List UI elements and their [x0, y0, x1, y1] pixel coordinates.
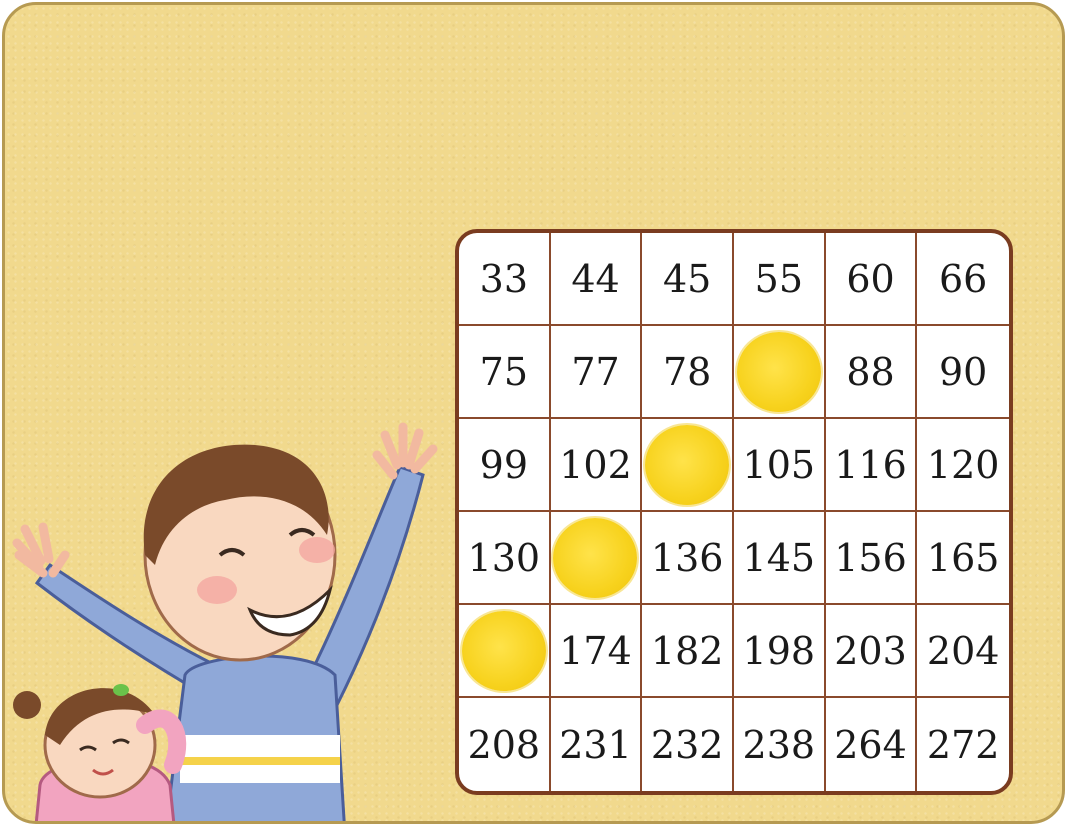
cell-number: 116 — [834, 442, 907, 487]
cell-number: 238 — [742, 722, 816, 767]
number-cell[interactable]: 33 — [459, 233, 551, 326]
cell-number: 145 — [742, 535, 816, 580]
yellow-marker-chip — [553, 517, 638, 598]
number-cell[interactable]: 120 — [917, 419, 1009, 512]
number-cell[interactable]: 145 — [733, 512, 826, 605]
number-cell[interactable]: 102 — [550, 419, 643, 512]
number-cell[interactable]: 130 — [459, 512, 551, 605]
number-cell[interactable]: 75 — [459, 326, 551, 419]
cell-number: 75 — [479, 349, 528, 394]
cell-number: 232 — [650, 722, 724, 767]
number-cell[interactable]: 165 — [917, 512, 1009, 605]
marked-cell[interactable] — [550, 512, 643, 605]
cell-number: 77 — [571, 349, 620, 394]
card-frame: 33 44 45 55 60 66 75 77 78 88 90 99 102 105 116 120 130 1… — [2, 2, 1065, 824]
yellow-marker-chip — [645, 424, 730, 505]
yellow-marker-chip — [736, 331, 821, 412]
number-cell[interactable]: 264 — [826, 698, 918, 791]
number-cell[interactable]: 136 — [642, 512, 734, 605]
number-cell[interactable]: 204 — [917, 605, 1009, 698]
yellow-marker-chip — [461, 610, 546, 691]
number-board: 33 44 45 55 60 66 75 77 78 88 90 99 102 105 116 120 130 1… — [455, 229, 1013, 795]
number-cell[interactable]: 272 — [917, 698, 1009, 791]
cell-number: 130 — [467, 535, 541, 580]
marked-cell[interactable] — [459, 605, 551, 698]
cell-number: 198 — [742, 628, 816, 673]
cell-number: 165 — [926, 535, 1000, 580]
number-cell[interactable]: 198 — [733, 605, 826, 698]
number-cell[interactable]: 55 — [733, 233, 826, 326]
cell-number: 231 — [559, 722, 632, 767]
number-cell[interactable]: 238 — [734, 698, 826, 791]
cell-number: 45 — [662, 256, 712, 301]
number-cell[interactable]: 182 — [642, 605, 734, 698]
number-cell[interactable]: 44 — [550, 233, 643, 326]
cell-number: 78 — [662, 349, 712, 394]
marked-cell[interactable] — [733, 326, 826, 419]
cell-number: 44 — [571, 256, 620, 301]
number-cell[interactable]: 45 — [642, 233, 734, 326]
cell-number: 264 — [834, 722, 907, 767]
cell-number: 66 — [938, 256, 988, 301]
cell-number: 204 — [926, 628, 1000, 673]
number-grid: 33 44 45 55 60 66 75 77 78 88 90 99 102 105 116 120 130 1… — [459, 233, 1009, 791]
number-cell[interactable]: 203 — [825, 605, 918, 698]
cell-number: 60 — [846, 256, 895, 301]
cell-number: 33 — [479, 256, 528, 301]
cell-number: 208 — [467, 722, 541, 767]
cell-number: 88 — [846, 349, 895, 394]
number-cell[interactable]: 78 — [642, 326, 734, 419]
number-cell[interactable]: 231 — [551, 698, 643, 791]
number-cell[interactable]: 232 — [642, 698, 734, 791]
number-cell[interactable]: 156 — [825, 512, 918, 605]
cell-number: 182 — [650, 628, 724, 673]
cell-number: 136 — [650, 535, 724, 580]
cell-number: 90 — [938, 349, 988, 394]
number-cell[interactable]: 90 — [917, 326, 1009, 419]
cheering-children-illustration — [12, 422, 438, 821]
number-cell[interactable]: 208 — [459, 698, 551, 791]
number-cell[interactable]: 105 — [733, 419, 826, 512]
marked-cell[interactable] — [642, 419, 734, 512]
number-cell[interactable]: 77 — [550, 326, 643, 419]
number-cell[interactable]: 88 — [825, 326, 918, 419]
cell-number: 203 — [834, 628, 907, 673]
cell-number: 55 — [754, 256, 803, 301]
cell-number: 174 — [559, 628, 632, 673]
number-cell[interactable]: 99 — [459, 419, 551, 512]
cell-number: 105 — [742, 442, 816, 487]
cell-number: 120 — [926, 442, 1000, 487]
cell-number: 156 — [834, 535, 907, 580]
number-cell[interactable]: 60 — [825, 233, 918, 326]
number-cell[interactable]: 116 — [825, 419, 918, 512]
cell-number: 99 — [479, 442, 528, 487]
cell-number: 272 — [926, 722, 1000, 767]
number-cell[interactable]: 174 — [550, 605, 643, 698]
number-cell[interactable]: 66 — [917, 233, 1009, 326]
cell-number: 102 — [559, 442, 632, 487]
